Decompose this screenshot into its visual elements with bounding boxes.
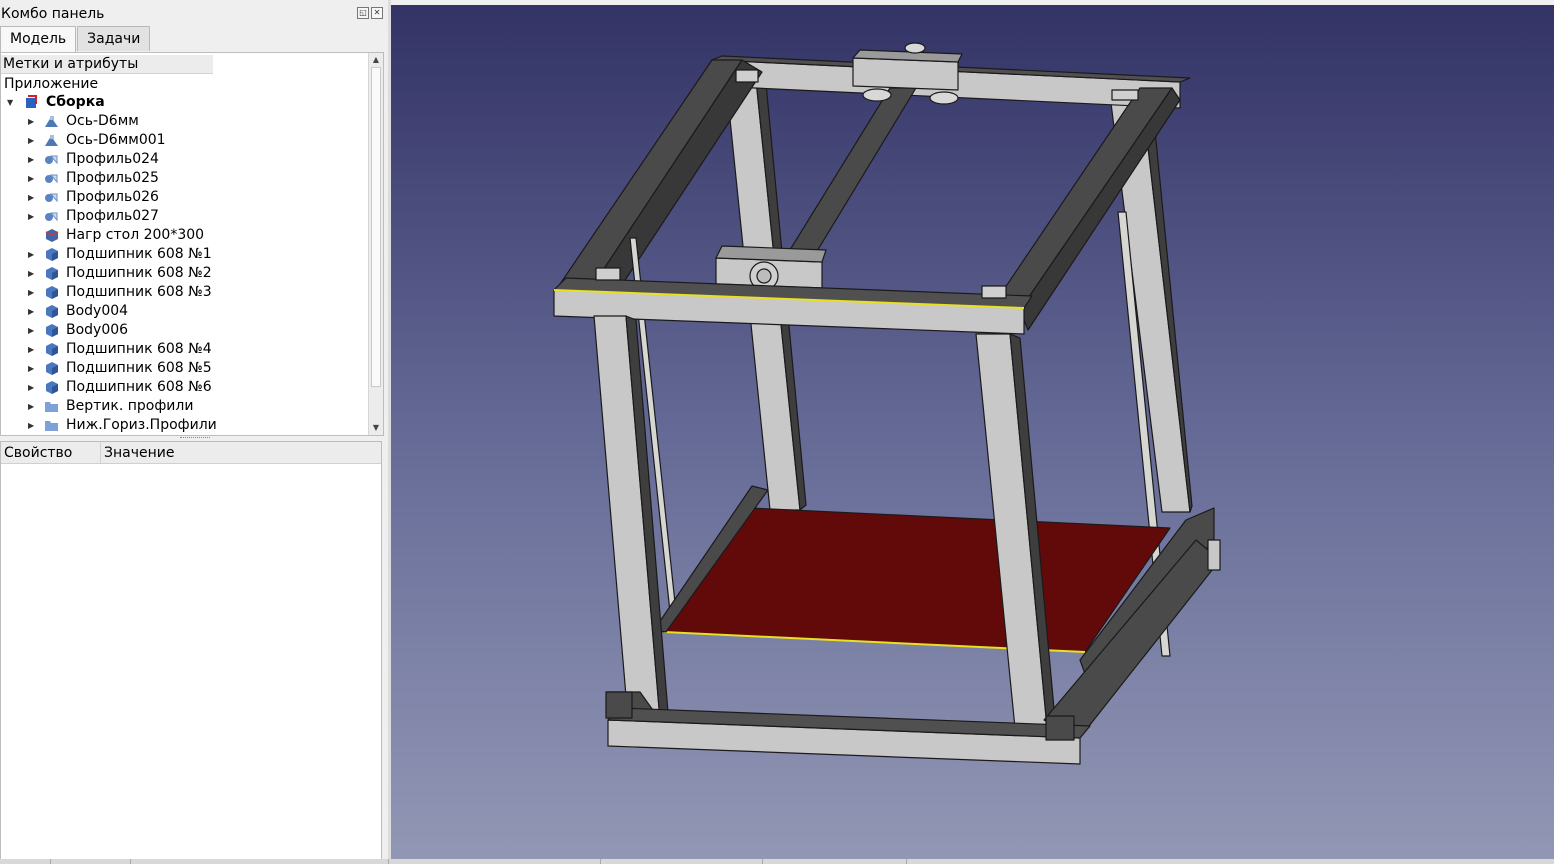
expand-arrow-icon[interactable]: ▶ <box>28 169 36 188</box>
folder-icon <box>44 418 59 433</box>
tree-item[interactable]: ▶ Профиль025 <box>1 169 369 188</box>
tree-item[interactable]: ▶ Вертик. профили <box>1 397 369 416</box>
tree-item-label: Ось-D6мм001 <box>66 132 166 148</box>
expand-arrow-icon[interactable]: ▶ <box>28 245 36 264</box>
tree-item-label: Подшипник 608 №6 <box>66 379 212 395</box>
part-blue-icon <box>44 133 59 148</box>
panel-title-buttons: ◱ ✕ <box>357 7 383 19</box>
body-icon <box>44 247 59 262</box>
link-icon <box>44 171 59 186</box>
body-icon <box>44 342 59 357</box>
link-icon <box>44 209 59 224</box>
tree-item[interactable]: ▶ Body004 <box>1 302 369 321</box>
expand-arrow-icon[interactable]: ▶ <box>28 207 36 226</box>
tree-item-label: Подшипник 608 №5 <box>66 360 212 376</box>
tree-item-label: Ниж.Гориз.Профили <box>66 417 217 433</box>
tree-item-label: Профиль025 <box>66 170 159 186</box>
expand-arrow-icon[interactable]: ▶ <box>28 321 36 340</box>
tree-item[interactable]: ▶ Подшипник 608 №5 <box>1 359 369 378</box>
tree-item-label: Body004 <box>66 303 129 319</box>
scroll-up-arrow-icon[interactable]: ▲ <box>369 53 383 67</box>
expand-arrow-icon[interactable]: ▶ <box>28 150 36 169</box>
expand-arrow-icon[interactable]: ▶ <box>28 302 36 321</box>
status-strip <box>0 859 1554 864</box>
expand-arrow-icon[interactable]: ▶ <box>28 340 36 359</box>
tree-item-label: Профиль026 <box>66 189 159 205</box>
body-icon <box>44 266 59 281</box>
tab-model[interactable]: Модель <box>0 26 77 52</box>
expand-arrow-icon[interactable]: ▶ <box>28 188 36 207</box>
tree-item[interactable]: ▶ Ниж.Гориз.Профили <box>1 416 369 435</box>
tree-item-label: Сборка <box>46 94 105 110</box>
tree-item-label: Профиль024 <box>66 151 159 167</box>
3d-viewport[interactable] <box>391 5 1554 859</box>
tree-item[interactable]: ▶ Профиль024 <box>1 150 369 169</box>
tree-item[interactable]: ▶ Ось-D6мм <box>1 112 369 131</box>
value-column-header[interactable]: Значение <box>101 442 381 463</box>
tree-item-label: Нагр стол 200*300 <box>66 227 205 243</box>
tree-item[interactable]: ▶ Body006 <box>1 321 369 340</box>
scrollbar-thumb[interactable] <box>371 67 381 387</box>
tree-item[interactable]: ▶ Подшипник 608 №6 <box>1 378 369 397</box>
tree-rows: ▼ Сборка ▶ Ось-D6мм ▶ Ось-D6мм001 ▶ Профиль024 ▶… <box>1 93 369 435</box>
tree-column-header[interactable]: Метки и атрибуты <box>1 55 213 74</box>
property-header: Свойство Значение <box>1 442 381 464</box>
tree-item[interactable]: ▶ Подшипник 608 №1 <box>1 245 369 264</box>
link-icon <box>44 152 59 167</box>
top-left-profile <box>555 59 743 291</box>
combo-panel: Комбо панель ◱ ✕ Модель Задачи Метки и а… <box>0 0 388 864</box>
tree-item[interactable]: ▶ Подшипник 608 №3 <box>1 283 369 302</box>
expand-arrow-icon[interactable]: ▶ <box>28 264 36 283</box>
close-panel-button[interactable]: ✕ <box>371 7 383 19</box>
body-icon <box>44 285 59 300</box>
tree-item[interactable]: ▶ Профиль026 <box>1 188 369 207</box>
tree-item-label: Body006 <box>66 322 129 338</box>
link-icon <box>44 190 59 205</box>
tree-item[interactable]: Нагр стол 200*300 <box>1 226 369 245</box>
cube-icon <box>44 228 59 243</box>
expand-arrow-icon[interactable]: ▶ <box>28 359 36 378</box>
y-rail-profile <box>779 87 917 267</box>
expand-arrow-icon[interactable]: ▶ <box>28 283 36 302</box>
part-blue-icon <box>44 114 59 129</box>
expand-arrow-icon[interactable]: ▶ <box>28 112 36 131</box>
body-icon <box>44 361 59 376</box>
body-icon <box>44 323 59 338</box>
property-column-header[interactable]: Свойство <box>1 442 101 463</box>
tree-item-label: Вертик. профили <box>66 398 194 414</box>
tree-item[interactable]: ▶ Профиль027 <box>1 207 369 226</box>
body-icon <box>44 380 59 395</box>
tree-item[interactable]: ▶ Подшипник 608 №2 <box>1 264 369 283</box>
collapse-arrow-icon[interactable]: ▼ <box>7 93 15 112</box>
tree-item-label: Ось-D6мм <box>66 113 139 129</box>
model-tree: Метки и атрибуты Приложение ▼ Сборка ▶ Ось-… <box>0 52 384 436</box>
tree-application-label: Приложение <box>4 76 99 92</box>
tree-item-label: Подшипник 608 №3 <box>66 284 212 300</box>
float-panel-button[interactable]: ◱ <box>357 7 369 19</box>
tree-item-label: Подшипник 608 №1 <box>66 246 212 262</box>
expand-arrow-icon[interactable]: ▶ <box>28 131 36 150</box>
expand-arrow-icon[interactable]: ▶ <box>28 378 36 397</box>
tree-item-assembly[interactable]: ▼ Сборка <box>1 93 369 112</box>
top-bearing-block <box>852 57 959 91</box>
combo-panel-title: Комбо панель <box>1 6 105 22</box>
3d-model <box>553 42 1221 765</box>
expand-arrow-icon[interactable]: ▶ <box>28 416 36 435</box>
tree-item-label: Профиль027 <box>66 208 159 224</box>
folder-icon <box>44 399 59 414</box>
tree-item[interactable]: ▶ Подшипник 608 №4 <box>1 340 369 359</box>
tree-item[interactable]: ▶ Ось-D6мм001 <box>1 131 369 150</box>
property-editor: Свойство Значение <box>0 441 382 862</box>
tab-tasks[interactable]: Задачи <box>77 26 151 51</box>
tree-scrollbar[interactable]: ▲ ▼ <box>368 53 383 435</box>
splitter-handle[interactable] <box>180 437 210 440</box>
bearing-icon <box>862 88 892 102</box>
tree-item-label: Подшипник 608 №2 <box>66 265 212 281</box>
combo-tabs: Модель Задачи <box>0 26 151 52</box>
body-icon <box>44 304 59 319</box>
assembly-icon <box>24 95 39 110</box>
expand-arrow-icon[interactable]: ▶ <box>28 397 36 416</box>
scroll-down-arrow-icon[interactable]: ▼ <box>369 421 383 435</box>
tree-item-label: Подшипник 608 №4 <box>66 341 212 357</box>
